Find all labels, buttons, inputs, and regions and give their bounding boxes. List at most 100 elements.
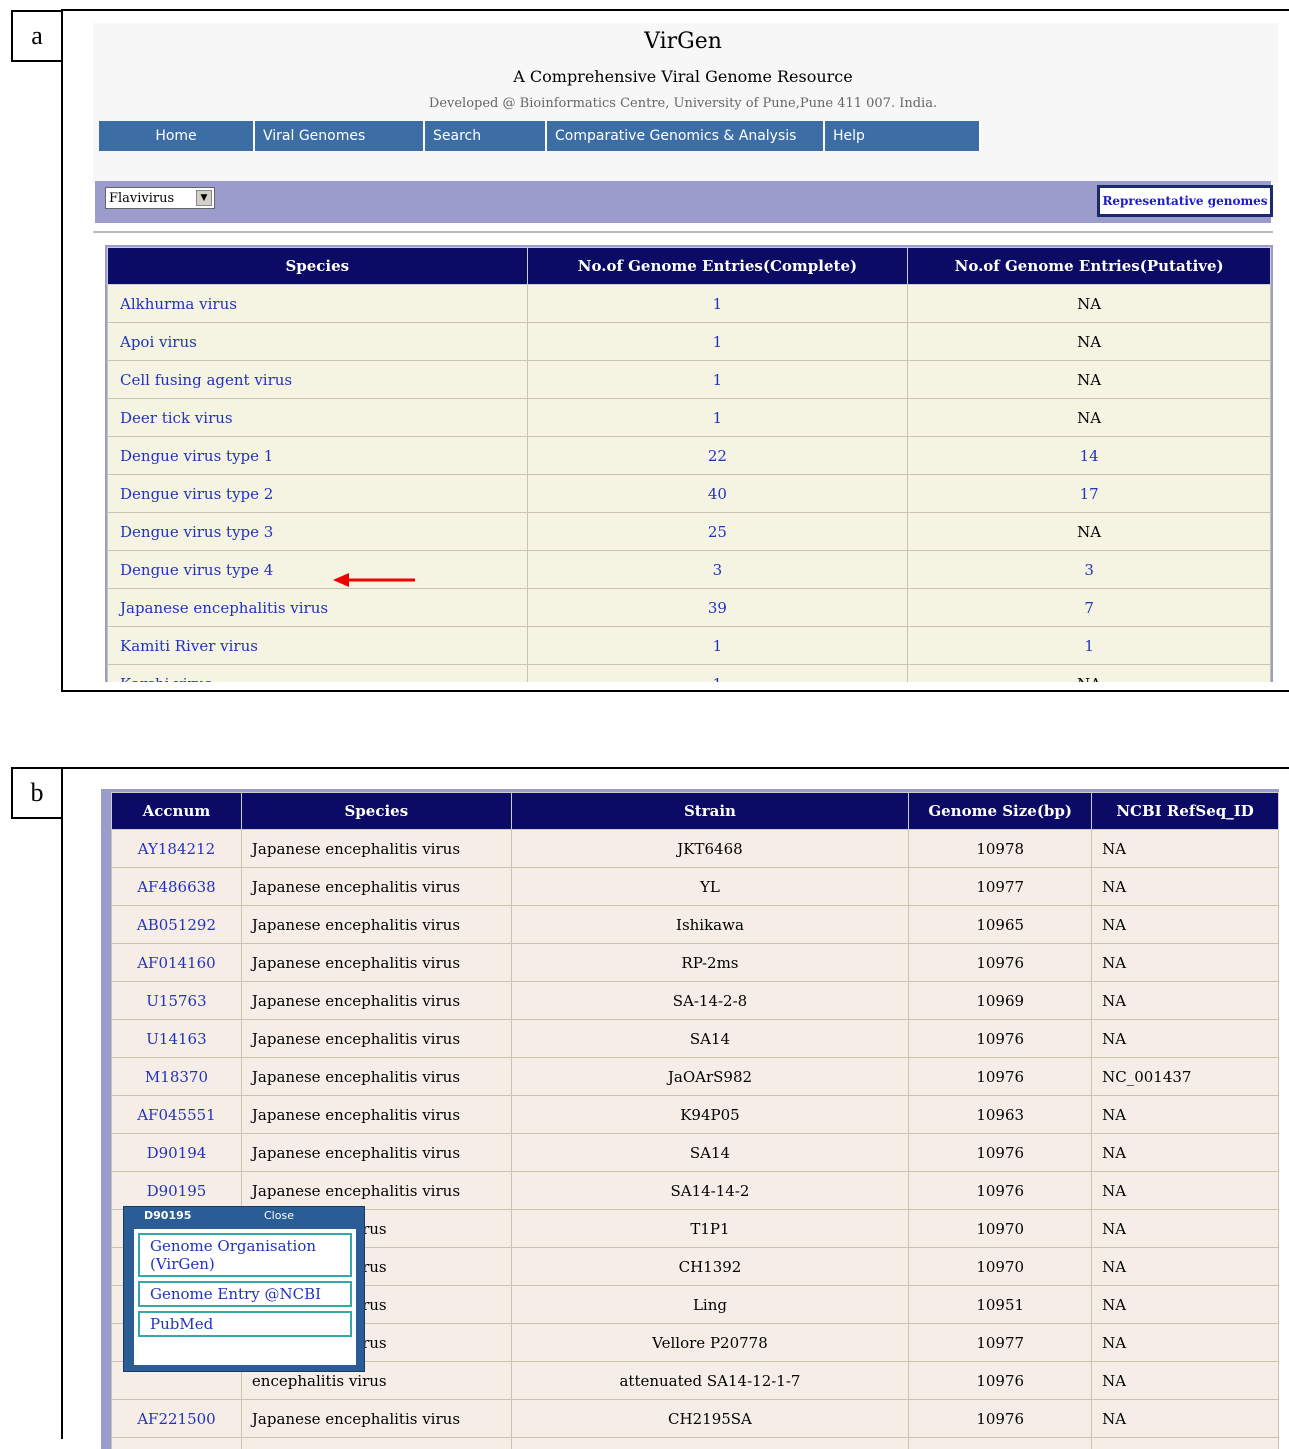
dropdown-arrow-icon[interactable]: ▼ [196,190,212,206]
species-row: Japanese encephalitis virus397 [108,589,1271,627]
entry-row: M18370Japanese encephalitis virusJaOArS9… [112,1058,1279,1096]
complete-count[interactable]: 1 [527,323,908,361]
strain-cell: JKT6468 [511,830,909,868]
putative-count: NA [908,323,1271,361]
complete-count[interactable]: 1 [527,285,908,323]
refseq-cell: NA [1092,830,1279,868]
accession-link[interactable]: AF221500 [112,1400,242,1438]
col-complete: No.of Genome Entries(Complete) [527,248,908,285]
red-arrow-icon [333,570,423,590]
genome-size-cell: 10965 [909,906,1092,944]
species-table-wrap: Species No.of Genome Entries(Complete) N… [105,245,1273,682]
accession-link[interactable]: AF014160 [112,944,242,982]
species-link[interactable]: Alkhurma virus [108,285,528,323]
genome-size-cell: 10970 [909,1248,1092,1286]
genus-select-value: Flavivirus [109,191,174,206]
species-cell: Japanese encephalitis virus [241,982,511,1020]
refseq-cell: NA [1092,1286,1279,1324]
species-link[interactable]: Kamiti River virus [108,627,528,665]
complete-count[interactable]: 1 [527,399,908,437]
nav-viral-genomes[interactable]: Viral Genomes [255,121,425,151]
strain-cell: CH1392 [511,1248,909,1286]
putative-count[interactable]: 7 [908,589,1271,627]
complete-count[interactable]: 3 [527,551,908,589]
popup-pubmed-link[interactable]: PubMed [138,1311,352,1337]
species-link[interactable]: Apoi virus [108,323,528,361]
species-link[interactable]: Japanese encephalitis virus [108,589,528,627]
species-link[interactable]: Dengue virus type 4 [108,551,528,589]
accession-link[interactable]: AY184212 [112,830,242,868]
accession-link[interactable]: AB051292 [112,906,242,944]
refseq-cell: NA [1092,944,1279,982]
species-cell: Japanese encephalitis virus [241,1438,511,1449]
species-row: Dengue virus type 325NA [108,513,1271,551]
genome-size-cell: 10976 [909,1134,1092,1172]
putative-count: NA [908,361,1271,399]
popup-ncbi-entry-link[interactable]: Genome Entry @NCBI [138,1281,352,1307]
accession-link[interactable]: AF486638 [112,868,242,906]
panel-b: Accnum Species Strain Genome Size(bp) NC… [61,767,1289,1439]
genome-size-cell: 10976 [909,1438,1092,1449]
putative-count[interactable]: 1 [908,627,1271,665]
complete-count[interactable]: 1 [527,627,908,665]
genome-size-cell: 10976 [909,944,1092,982]
putative-count[interactable]: 17 [908,475,1271,513]
strain-cell: CH2195LA [511,1438,909,1449]
nav-comparative-genomics[interactable]: Comparative Genomics & Analysis [547,121,825,151]
refseq-cell: NA [1092,1400,1279,1438]
refseq-cell: NA [1092,1210,1279,1248]
species-link[interactable]: Dengue virus type 3 [108,513,528,551]
accession-link[interactable]: D90194 [112,1134,242,1172]
complete-count[interactable]: 25 [527,513,908,551]
site-subtitle: A Comprehensive Viral Genome Resource [63,67,1289,86]
complete-count[interactable]: 22 [527,437,908,475]
genome-size-cell: 10976 [909,1172,1092,1210]
species-cell: Japanese encephalitis virus [241,944,511,982]
putative-count[interactable]: 3 [908,551,1271,589]
species-link[interactable]: Cell fusing agent virus [108,361,528,399]
entry-header-row: Accnum Species Strain Genome Size(bp) NC… [112,793,1279,830]
accession-link[interactable]: M18370 [112,1058,242,1096]
species-link[interactable]: Dengue virus type 1 [108,437,528,475]
entry-table-wrap: Accnum Species Strain Genome Size(bp) NC… [101,789,1279,1449]
nav-home[interactable]: Home [99,121,255,151]
species-cell: Japanese encephalitis virus [241,830,511,868]
refseq-cell: NA [1092,1362,1279,1400]
species-cell: Japanese encephalitis virus [241,1134,511,1172]
accession-link[interactable]: AF045551 [112,1096,242,1134]
accession-link[interactable]: U15763 [112,982,242,1020]
nav-search[interactable]: Search [425,121,547,151]
strain-cell: Vellore P20778 [511,1324,909,1362]
site-developer-credit: Developed @ Bioinformatics Centre, Unive… [63,96,1289,111]
popup-genome-organisation-link[interactable]: Genome Organisation (VirGen) [138,1233,352,1277]
genome-size-cell: 10976 [909,1362,1092,1400]
nav-help[interactable]: Help [825,121,981,151]
putative-count[interactable]: 14 [908,437,1271,475]
putative-count: NA [908,399,1271,437]
accession-link[interactable]: U14163 [112,1020,242,1058]
popup-menu: Genome Organisation (VirGen) Genome Entr… [134,1229,356,1365]
accession-link[interactable]: AF221499 [112,1438,242,1449]
strain-cell: Ling [511,1286,909,1324]
representative-genomes-button[interactable]: Representative genomes [1097,185,1273,217]
complete-count[interactable]: 1 [527,665,908,683]
species-link[interactable]: Dengue virus type 2 [108,475,528,513]
complete-count[interactable]: 39 [527,589,908,627]
species-link[interactable]: Deer tick virus [108,399,528,437]
genus-select[interactable]: Flavivirus ▼ [105,187,215,209]
panel-a: VirGen A Comprehensive Viral Genome Reso… [61,9,1289,692]
species-link[interactable]: Karshi virus [108,665,528,683]
entry-row: AF014160Japanese encephalitis virusRP-2m… [112,944,1279,982]
complete-count[interactable]: 1 [527,361,908,399]
species-header-row: Species No.of Genome Entries(Complete) N… [108,248,1271,285]
accession-link[interactable]: D90195 [112,1172,242,1210]
refseq-cell: NA [1092,1324,1279,1362]
putative-count: NA [908,513,1271,551]
accession-popup: D90195 Close Genome Organisation (VirGen… [123,1206,365,1372]
popup-header: D90195 Close [124,1207,364,1227]
entry-row: U15763Japanese encephalitis virusSA-14-2… [112,982,1279,1020]
complete-count[interactable]: 40 [527,475,908,513]
popup-close-button[interactable]: Close [264,1209,294,1227]
species-cell: Japanese encephalitis virus [241,1096,511,1134]
col-species: Species [108,248,528,285]
